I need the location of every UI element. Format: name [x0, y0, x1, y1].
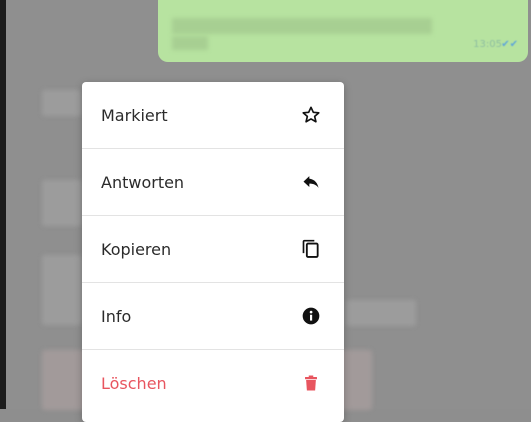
star-outline-icon — [300, 104, 322, 126]
blurred-message-text — [172, 36, 208, 50]
menu-item-kopieren[interactable]: Kopieren — [82, 216, 344, 282]
trash-icon — [300, 372, 322, 394]
menu-item-info[interactable]: Info — [82, 283, 344, 349]
blurred-message-fragment — [42, 255, 82, 325]
sent-message-bubble[interactable]: 13:05 ✔✔ — [158, 0, 528, 62]
menu-item-loeschen[interactable]: Löschen — [82, 350, 344, 416]
blurred-message-fragment — [346, 300, 416, 326]
message-context-menu: Markiert Antworten Kopieren Info Löschen — [82, 82, 344, 422]
menu-item-label: Antworten — [101, 172, 185, 192]
menu-item-label: Löschen — [101, 373, 167, 393]
copy-icon — [300, 238, 322, 260]
menu-item-label: Markiert — [101, 105, 168, 125]
menu-item-markiert[interactable]: Markiert — [82, 82, 344, 148]
blurred-message-fragment — [42, 180, 82, 226]
menu-item-label: Info — [101, 306, 132, 326]
info-circle-icon — [300, 305, 322, 327]
blurred-message-fragment — [42, 90, 82, 116]
reply-icon — [300, 171, 322, 193]
menu-item-antworten[interactable]: Antworten — [82, 149, 344, 215]
double-check-icon: ✔✔ — [501, 39, 518, 50]
message-time: 13:05 — [473, 39, 502, 50]
blurred-message-text — [172, 18, 432, 34]
menu-item-label: Kopieren — [101, 239, 172, 259]
